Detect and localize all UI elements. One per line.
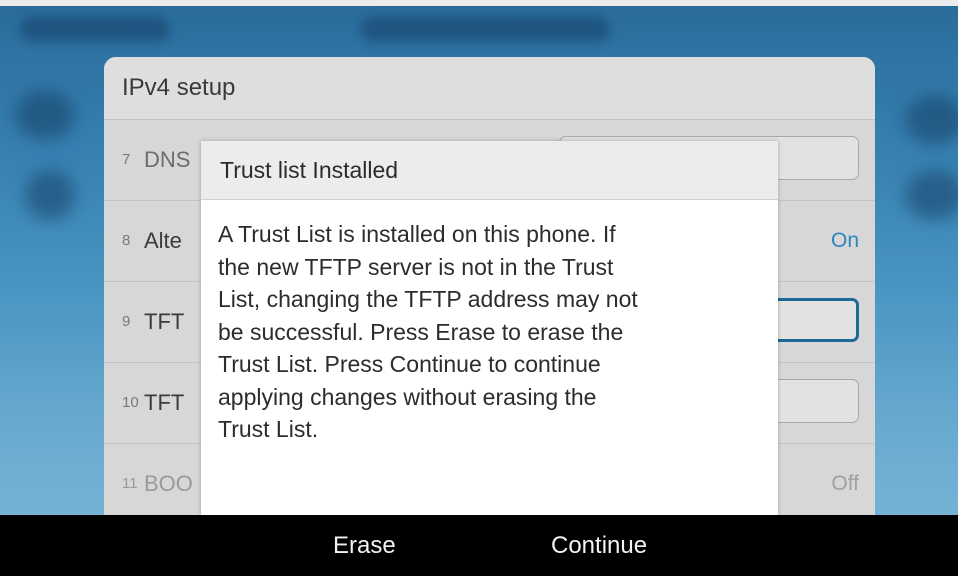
erase-softkey[interactable]: Erase [333,515,396,576]
row-number: 10 [122,394,139,411]
row-label: BOO [144,471,193,496]
row-label: DNS [144,147,191,172]
phone-screen: IPv4 setup 7 DNS 8 Alte On 9 TFT 10 TFT … [0,0,958,515]
row-number: 7 [122,151,131,168]
row-label: Alte [144,228,182,253]
panel-title: IPv4 setup [104,57,875,120]
row-label: TFT [144,390,185,415]
continue-softkey[interactable]: Continue [551,515,647,576]
trust-list-dialog: Trust list Installed A Trust List is ins… [201,141,778,515]
alternate-tftp-toggle-value[interactable]: On [831,201,859,281]
row-label: TFT [144,309,185,334]
softkey-bar: Erase Continue [0,515,958,576]
row-number: 9 [122,313,131,330]
dialog-title: Trust list Installed [201,141,778,200]
dialog-message: A Trust List is installed on this phone.… [218,221,638,442]
row-number: 8 [122,232,131,249]
bootp-value: Off [831,472,859,495]
row-number: 11 [122,475,138,492]
